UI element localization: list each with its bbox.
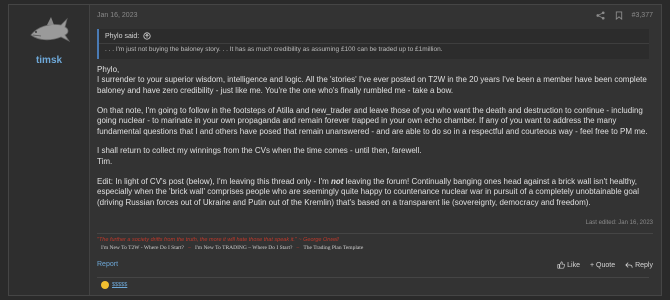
quote-button[interactable]: + Quote bbox=[590, 261, 615, 269]
post-action-buttons: Like + Quote Reply bbox=[557, 261, 653, 269]
shark-icon bbox=[30, 17, 71, 43]
body-paragraph: On that note, I'm going to follow in the… bbox=[97, 105, 648, 136]
post-main: Jan 16, 2023 #3,377 Phylo said: . . . I'… bbox=[89, 5, 661, 295]
reaction-user[interactable]: $$$$$ bbox=[112, 282, 127, 288]
username[interactable]: timsk bbox=[9, 55, 89, 66]
post-actions: Report Like + Quote Reply bbox=[97, 261, 653, 273]
reactions-bar: $$$$$ bbox=[97, 277, 649, 292]
post-date[interactable]: Jan 16, 2023 bbox=[97, 12, 137, 19]
quote-block: Phylo said: . . . I'm just not buying th… bbox=[97, 29, 649, 59]
avatar[interactable] bbox=[27, 13, 71, 49]
edit-text-emphasis: not bbox=[331, 176, 344, 186]
post-number[interactable]: #3,377 bbox=[632, 12, 653, 19]
signature-separator: ~ bbox=[187, 245, 191, 251]
last-edited: Last edited: Jan 16, 2023 bbox=[585, 220, 653, 226]
quote-text: . . . I'm just not buying the baloney st… bbox=[99, 43, 649, 55]
like-label: Like bbox=[567, 261, 580, 269]
post-body: Phylo, I surrender to your superior wisd… bbox=[97, 65, 653, 217]
body-signoff: Tim. bbox=[97, 156, 113, 166]
body-line: baloney and have zero credibility - just… bbox=[97, 85, 454, 95]
signature-divider bbox=[97, 233, 653, 234]
reply-label: Reply bbox=[635, 261, 653, 269]
thumbs-up-icon bbox=[557, 261, 566, 269]
reply-button[interactable]: Reply bbox=[625, 261, 653, 269]
edit-text-pre: Edit: In light of CV's post (below), I'm… bbox=[97, 176, 332, 186]
quote-author: Phylo said: bbox=[105, 32, 140, 40]
signature-links: I'm New To T2W - Where Do I Start? ~ I'm… bbox=[101, 245, 363, 251]
signature-quote: "The further a society drifts from the t… bbox=[97, 237, 339, 243]
share-icon[interactable] bbox=[596, 10, 606, 20]
signature-link[interactable]: The Trading Plan Template bbox=[303, 245, 363, 251]
reply-icon bbox=[625, 262, 633, 268]
body-edit-paragraph: Edit: In light of CV's post (below), I'm… bbox=[97, 177, 653, 208]
signature-link[interactable]: I'm New To T2W - Where Do I Start? bbox=[101, 245, 184, 251]
user-column: timsk bbox=[9, 5, 90, 295]
body-line: I surrender to your superior wisdom, int… bbox=[97, 75, 647, 85]
signature-link[interactable]: I'm New To TRADING – Where Do I Start? bbox=[195, 245, 292, 251]
smiley-icon[interactable] bbox=[101, 281, 109, 289]
post-meta-actions: #3,377 bbox=[596, 10, 653, 20]
quote-header[interactable]: Phylo said: bbox=[99, 29, 649, 43]
arrow-up-circle-icon[interactable] bbox=[143, 32, 151, 40]
report-link[interactable]: Report bbox=[97, 261, 118, 268]
signature-separator: ~ bbox=[296, 245, 300, 251]
forum-post: timsk Jan 16, 2023 #3,377 Phylo said: . … bbox=[8, 4, 662, 296]
body-line: I shall return to collect my winnings fr… bbox=[97, 146, 422, 156]
body-greeting: Phylo, bbox=[97, 65, 120, 74]
like-button[interactable]: Like bbox=[557, 261, 580, 269]
bookmark-icon[interactable] bbox=[614, 10, 624, 20]
